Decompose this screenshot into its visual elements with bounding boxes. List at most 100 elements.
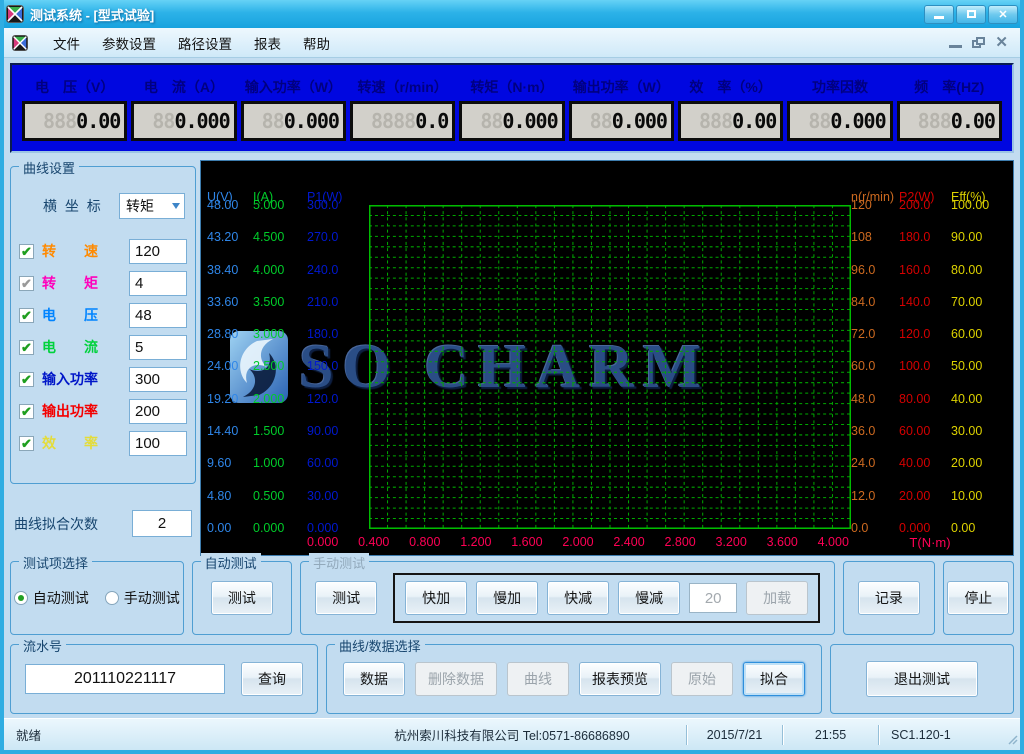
menu-item[interactable]: 报表 [243, 29, 292, 57]
window-title: 测试系统 - [型式试验] [30, 5, 154, 24]
curve-data-button[interactable]: 数据 [343, 662, 405, 696]
curve-checkbox[interactable]: ✔ [19, 276, 34, 291]
lcd-value: 0.000 [830, 109, 885, 133]
axis-tick: 24.0 [851, 457, 899, 470]
axis-tick: 1.000 [253, 457, 307, 470]
plot-area [369, 205, 851, 529]
x-axis-select-value: 转矩 [126, 196, 154, 216]
curve-data-button[interactable]: 报表预览 [579, 662, 661, 696]
meter-display: 8880.00 [22, 101, 127, 141]
slow-decrease-button[interactable]: 慢减 [618, 581, 680, 615]
curve-checkbox[interactable]: ✔ [19, 436, 34, 451]
manual-test-button[interactable]: 测试 [315, 581, 377, 615]
menubar: 文件参数设置路径设置报表帮助 ✕ [4, 28, 1020, 58]
query-button[interactable]: 查询 [241, 662, 303, 696]
axis-tick: 0.500 [253, 490, 307, 503]
axis-tick: 28.80 [207, 328, 253, 341]
axis-tick-column: 300.0270.0240.0210.0180.0150.0120.090.00… [307, 205, 369, 529]
axis-tick: 100.00 [951, 199, 1009, 212]
fast-increase-button[interactable]: 快加 [405, 581, 467, 615]
curve-label: 输出功率 [42, 401, 120, 421]
axis-tick: 70.00 [951, 296, 1009, 309]
curve-data-button[interactable]: 拟合 [743, 662, 805, 696]
curve-scale-input[interactable] [129, 335, 187, 360]
slow-increase-button[interactable]: 慢加 [476, 581, 538, 615]
resize-grip[interactable] [1006, 733, 1018, 748]
meter-label: 电 流（A） [144, 76, 224, 98]
menu-item[interactable]: 帮助 [292, 29, 341, 57]
axis-tick: 270.0 [307, 231, 369, 244]
axis-tick: 3.000 [253, 328, 307, 341]
meter: 电 压（V） 8880.00 [22, 76, 127, 141]
serial-title: 流水号 [19, 636, 66, 655]
axis-tick: 33.60 [207, 296, 253, 309]
lcd-value: 0.000 [612, 109, 667, 133]
curve-label: 电 流 [42, 337, 120, 357]
load-button[interactable]: 加载 [746, 581, 808, 615]
radio-manual-icon [105, 591, 119, 605]
minimize-button[interactable] [924, 5, 954, 24]
curve-row: ✔ 转 矩 [19, 267, 187, 299]
maximize-button[interactable] [956, 5, 986, 24]
menu-item[interactable]: 路径设置 [167, 29, 243, 57]
auto-test-button[interactable]: 测试 [211, 581, 273, 615]
fit-order-label: 曲线拟合次数 [14, 514, 98, 534]
x-axis-tick: 1.600 [511, 535, 542, 549]
mdi-restore-button[interactable] [972, 37, 985, 48]
status-time: 21:55 [783, 728, 878, 742]
stop-button[interactable]: 停止 [947, 581, 1009, 615]
fit-order-input[interactable] [132, 510, 192, 537]
load-value-input[interactable] [689, 583, 737, 613]
x-axis-ticks: 0.0000.4000.8001.2001.6002.0002.4002.800… [307, 529, 851, 555]
curve-checkbox[interactable]: ✔ [19, 404, 34, 419]
meter-label: 效 率（%） [689, 76, 771, 98]
x-axis-select[interactable]: 转矩 [119, 193, 185, 219]
axis-tick: 90.00 [307, 425, 369, 438]
app-window: 测试系统 - [型式试验] ✕ 文件参数设置路径设置报表帮助 ✕ [0, 0, 1024, 754]
meter: 输入功率（W） 880.000 [241, 76, 346, 141]
meter-label: 输出功率（W） [573, 76, 670, 98]
meter: 效 率（%） 8880.00 [678, 76, 783, 141]
close-button[interactable]: ✕ [988, 5, 1018, 24]
curve-checkbox[interactable]: ✔ [19, 340, 34, 355]
mdi-minimize-button[interactable] [949, 45, 962, 48]
lcd-ghost-digits: 88 [480, 109, 502, 133]
meter-label: 输入功率（W） [245, 76, 342, 98]
curve-scale-input[interactable] [129, 431, 187, 456]
curve-data-button[interactable]: 曲线 [507, 662, 569, 696]
record-button[interactable]: 记录 [858, 581, 920, 615]
axis-tick: 4.000 [253, 264, 307, 277]
status-company: 杭州索川科技有限公司 Tel:0571-86686890 [338, 725, 686, 744]
serial-number-input[interactable] [25, 664, 225, 694]
exit-test-button[interactable]: 退出测试 [866, 661, 978, 697]
radio-auto-test[interactable]: 自动测试 [14, 588, 89, 608]
fast-decrease-button[interactable]: 快减 [547, 581, 609, 615]
stop-group: 停止 [943, 561, 1014, 635]
curve-checkbox[interactable]: ✔ [19, 244, 34, 259]
curve-scale-input[interactable] [129, 239, 187, 264]
menu-item[interactable]: 文件 [42, 29, 91, 57]
curve-data-button[interactable]: 删除数据 [415, 662, 497, 696]
axis-tick: 30.00 [951, 425, 1009, 438]
lcd-ghost-digits: 88 [808, 109, 830, 133]
curve-checkbox[interactable]: ✔ [19, 372, 34, 387]
axis-tick-column: 100.0090.0080.0070.0060.0050.0040.0030.0… [951, 205, 1009, 529]
axis-tick: 120.0 [899, 328, 951, 341]
curve-scale-input[interactable] [129, 399, 187, 424]
curve-scale-input[interactable] [129, 303, 187, 328]
mdi-close-button[interactable]: ✕ [995, 37, 1008, 48]
x-axis-tick: 0.000 [307, 535, 338, 549]
axis-tick: 108 [851, 231, 899, 244]
curve-scale-input[interactable] [129, 271, 187, 296]
menu-item[interactable]: 参数设置 [91, 29, 167, 57]
axis-tick: 48.00 [207, 199, 253, 212]
axis-tick: 0.000 [899, 522, 951, 535]
radio-manual-test[interactable]: 手动测试 [105, 588, 180, 608]
curve-data-button[interactable]: 原始 [671, 662, 733, 696]
chart-grid: 0.0000.4000.8001.2001.6002.0002.4002.800… [201, 161, 1013, 555]
curve-row: ✔ 电 流 [19, 331, 187, 363]
curve-scale-input[interactable] [129, 367, 187, 392]
curve-label: 转 速 [42, 241, 120, 261]
axis-tick: 100.0 [899, 360, 951, 373]
curve-checkbox[interactable]: ✔ [19, 308, 34, 323]
